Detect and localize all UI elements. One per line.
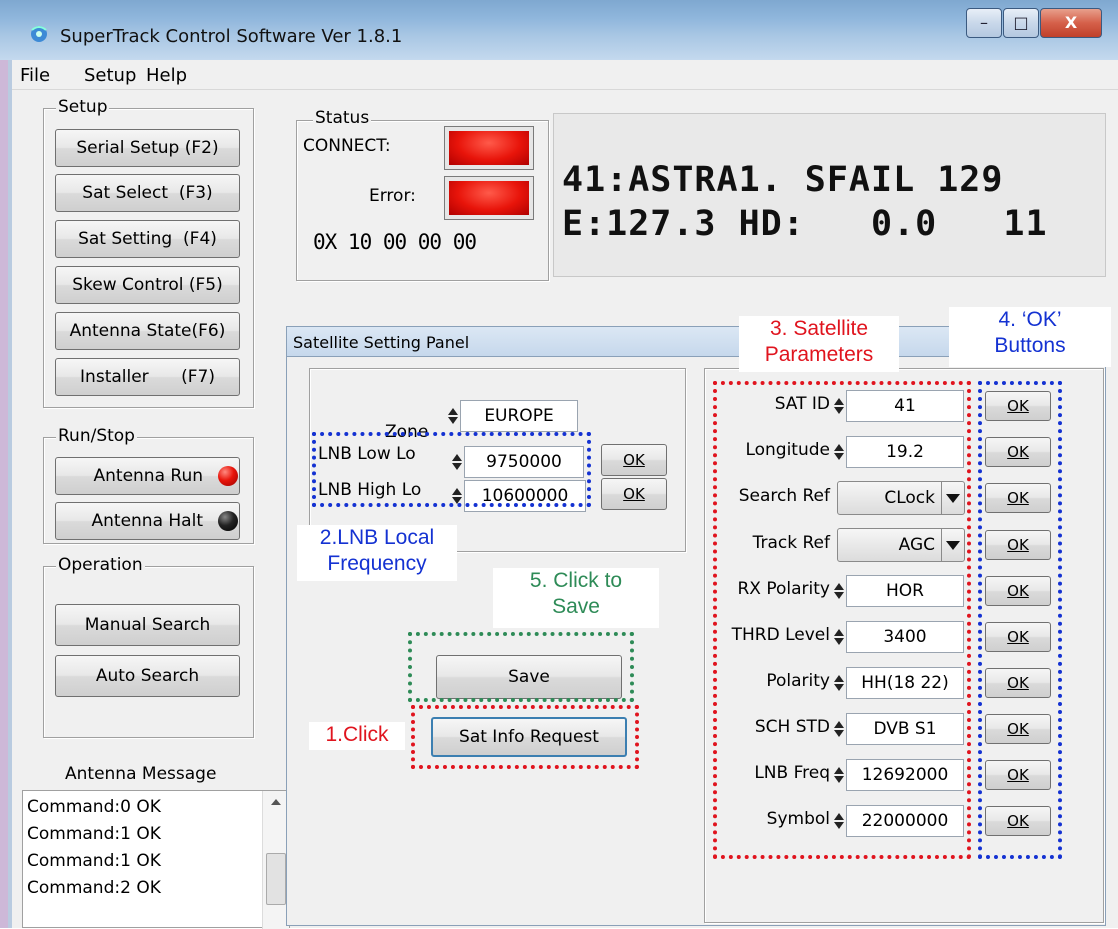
annotation-ok-buttons: 4. ‘OK’ Buttons <box>949 307 1111 367</box>
title-bar: SuperTrack Control Software Ver 1.8.1 – … <box>0 0 1118 60</box>
annotation-click-save: 5. Click to Save <box>493 568 659 628</box>
lcd-display: 41:ASTRA1. SFAIL 129 E:127.3 HD: 0.0 11 <box>553 113 1106 277</box>
minimize-button[interactable]: – <box>966 8 1002 38</box>
close-icon: X <box>1064 13 1078 32</box>
antenna-halt-label: Antenna Halt <box>91 511 204 531</box>
window-frame-left <box>0 60 8 928</box>
menu-setup[interactable]: Setup <box>84 65 136 86</box>
antenna-message-label: Antenna Message <box>65 764 217 784</box>
window-title: SuperTrack Control Software Ver 1.8.1 <box>60 26 403 47</box>
zone-field[interactable]: EUROPE <box>460 400 578 432</box>
annotation-click: 1.Click <box>309 722 405 750</box>
menu-file[interactable]: File <box>20 65 50 86</box>
message-scrollbar[interactable] <box>262 791 289 929</box>
halt-led-icon <box>218 511 238 531</box>
maximize-button[interactable]: □ <box>1003 8 1039 38</box>
antenna-message-list[interactable]: Command:0 OK Command:1 OK Command:1 OK C… <box>22 790 290 929</box>
lnb-high-ok-button[interactable]: OK <box>601 478 667 510</box>
error-indicator <box>444 176 534 220</box>
message-line: Command:2 OK <box>27 878 161 898</box>
message-line: Command:1 OK <box>27 851 161 871</box>
run-led-icon <box>218 466 238 486</box>
error-label: Error: <box>369 186 416 206</box>
antenna-halt-button[interactable]: Antenna Halt <box>55 502 240 540</box>
scroll-thumb[interactable] <box>266 853 286 905</box>
antenna-state-button[interactable]: Antenna State(F6) <box>55 312 240 350</box>
lcd-line-1: 41:ASTRA1. SFAIL 129 <box>562 160 1004 200</box>
menu-help[interactable]: Help <box>146 65 187 86</box>
sat-setting-button[interactable]: Sat Setting (F4) <box>55 220 240 258</box>
connect-label: CONNECT: <box>303 136 391 156</box>
zone-spinner[interactable]: EUROPE <box>448 400 578 432</box>
message-line: Command:0 OK <box>27 797 161 817</box>
skew-control-button[interactable]: Skew Control (F5) <box>55 266 240 304</box>
manual-search-button[interactable]: Manual Search <box>55 604 240 646</box>
sat-info-highlight-box <box>411 705 639 769</box>
antenna-run-label: Antenna Run <box>93 466 204 486</box>
lcd-line-2: E:127.3 HD: 0.0 11 <box>562 204 1048 244</box>
maximize-icon: □ <box>1013 13 1029 32</box>
connect-indicator <box>444 126 534 170</box>
status-legend: Status <box>313 108 372 128</box>
installer-button[interactable]: Installer (F7) <box>55 358 240 396</box>
lnb-low-ok-button[interactable]: OK <box>601 444 667 476</box>
serial-setup-button[interactable]: Serial Setup (F2) <box>55 129 240 167</box>
message-line: Command:1 OK <box>27 824 161 844</box>
runstop-legend: Run/Stop <box>56 426 137 446</box>
ok-buttons-highlight-box <box>978 381 1062 859</box>
auto-search-button[interactable]: Auto Search <box>55 655 240 697</box>
menu-bar: File Setup Help <box>12 60 1118 90</box>
annotation-lnb-local: 2.LNB Local Frequency <box>297 525 457 581</box>
minimize-icon: – <box>980 13 988 32</box>
lnb-highlight-box <box>312 432 591 507</box>
operation-group <box>43 566 254 738</box>
setup-legend: Setup <box>56 97 110 117</box>
scroll-up-icon[interactable] <box>271 799 281 805</box>
annotation-sat-params: 3. Satellite Parameters <box>739 316 899 372</box>
ok-label: OK <box>623 485 645 503</box>
params-highlight-box <box>713 381 971 859</box>
spin-arrows-icon[interactable] <box>448 401 458 431</box>
sat-select-button[interactable]: Sat Select (F3) <box>55 174 240 212</box>
close-button[interactable]: X <box>1040 8 1102 38</box>
save-highlight-box <box>408 632 634 702</box>
ok-label: OK <box>623 451 645 469</box>
antenna-run-button[interactable]: Antenna Run <box>55 457 240 495</box>
app-icon <box>28 22 50 44</box>
operation-legend: Operation <box>56 555 145 575</box>
status-code: 0X 10 00 00 00 <box>313 230 477 254</box>
